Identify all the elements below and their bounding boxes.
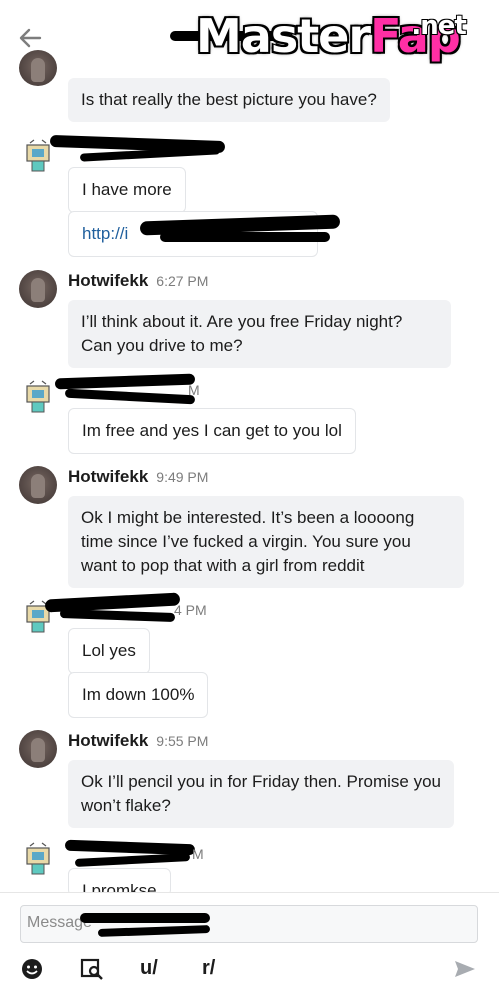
message-author[interactable]: Hotwifekk 9:49 PM <box>68 467 208 487</box>
avatar-hotwifekk[interactable] <box>19 730 57 768</box>
message-time-fragment: M <box>192 846 204 862</box>
watermark-logo: MasterFap .net <box>196 8 467 64</box>
redaction-scribble <box>74 852 191 868</box>
message-time: 9:49 PM <box>156 469 209 485</box>
message-bubble: Im down 100% <box>68 672 209 718</box>
robot-avatar[interactable] <box>24 380 54 414</box>
robot-avatar[interactable] <box>24 842 54 876</box>
message-bubble: Ok I might be interested. It’s been a lo… <box>68 496 464 588</box>
chat-header: MasterFap .net <box>0 0 499 70</box>
redaction-scribble <box>54 373 196 390</box>
message-bubble: Lol yes <box>68 628 150 674</box>
watermark-suffix: .net <box>411 11 466 41</box>
message-author[interactable]: Hotwifekk 9:55 PM <box>68 731 208 751</box>
message-link[interactable]: http://i <box>82 224 128 243</box>
avatar-hotwifekk[interactable] <box>19 270 57 308</box>
message-time-fragment: M <box>188 382 200 398</box>
message-bubble: Ok I’ll pencil you in for Friday then. P… <box>68 760 454 828</box>
watermark-main: Master <box>196 9 371 63</box>
send-icon[interactable] <box>453 957 477 981</box>
image-search-icon[interactable] <box>80 957 104 987</box>
subreddit-mention-button[interactable]: r/ <box>202 957 215 980</box>
user-mention-button[interactable]: u/ <box>140 957 158 980</box>
redaction-scribble <box>160 232 330 242</box>
avatar-hotwifekk[interactable] <box>19 466 57 504</box>
message-input[interactable]: Message <box>20 905 478 943</box>
message-bubble: I’ll think about it. Are you free Friday… <box>68 300 451 368</box>
message-bubble: I have more <box>68 167 186 213</box>
redaction-scribble <box>80 913 210 923</box>
message-bubble: Im free and yes I can get to you lol <box>68 408 356 454</box>
message-time: 6:27 PM <box>156 273 209 289</box>
avatar-hotwifekk[interactable] <box>19 50 57 86</box>
robot-avatar[interactable] <box>24 139 54 173</box>
message-author[interactable]: Hotwifekk 6:27 PM <box>68 271 208 291</box>
message-composer: Message u/ r/ <box>0 892 499 1001</box>
redaction-scribble <box>59 608 176 623</box>
message-time: 9:55 PM <box>156 733 209 749</box>
redaction-scribble <box>64 388 196 405</box>
message-time-fragment: 4 PM <box>174 602 207 618</box>
back-arrow-icon[interactable] <box>16 24 44 52</box>
message-bubble: Is that really the best picture you have… <box>68 78 390 122</box>
emoji-icon[interactable] <box>20 957 44 987</box>
